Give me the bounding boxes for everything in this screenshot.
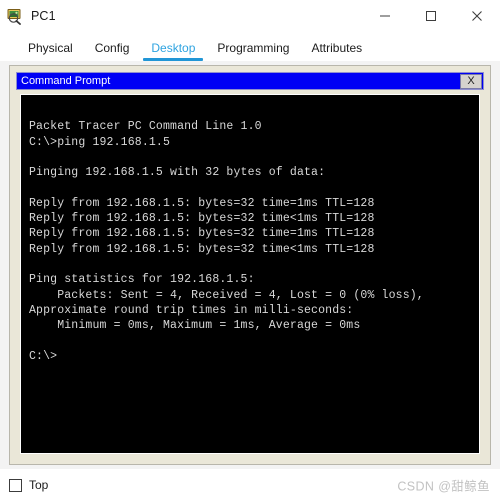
window-footer: Top CSDN @甜鲸鱼 (0, 469, 500, 501)
tab-config[interactable]: Config (84, 41, 141, 61)
top-checkbox[interactable] (9, 478, 22, 492)
tab-physical[interactable]: Physical (17, 41, 84, 61)
tab-attributes[interactable]: Attributes (300, 41, 373, 61)
terminal-output: Packet Tracer PC Command Line 1.0 C:\>pi… (29, 120, 424, 363)
watermark-text: CSDN @甜鲸鱼 (397, 479, 490, 494)
window-controls (362, 0, 500, 32)
command-prompt-close-button[interactable]: X (460, 73, 482, 89)
device-tabs: Physical Config Desktop Programming Attr… (0, 32, 500, 61)
terminal-screen[interactable]: Packet Tracer PC Command Line 1.0 C:\>pi… (20, 94, 480, 454)
tab-programming[interactable]: Programming (206, 41, 300, 61)
command-prompt-title: Command Prompt (21, 74, 111, 87)
command-prompt-window: Command Prompt X Packet Tracer PC Comman… (16, 72, 484, 458)
top-checkbox-row[interactable]: Top (9, 478, 48, 492)
window-titlebar: PC1 (0, 0, 500, 32)
desktop-panel: Command Prompt X Packet Tracer PC Comman… (9, 65, 491, 465)
window-title-group: PC1 (0, 8, 56, 25)
command-prompt-body-wrap: Packet Tracer PC Command Line 1.0 C:\>pi… (16, 90, 484, 458)
window-title-text: PC1 (31, 9, 56, 23)
top-checkbox-label: Top (29, 478, 49, 492)
pc-device-icon (7, 8, 24, 25)
close-icon[interactable] (454, 0, 500, 32)
minimize-icon[interactable] (362, 0, 408, 32)
maximize-icon[interactable] (408, 0, 454, 32)
command-prompt-titlebar: Command Prompt X (16, 72, 484, 90)
tab-desktop[interactable]: Desktop (140, 41, 206, 61)
desktop-content-area: Command Prompt X Packet Tracer PC Comman… (0, 61, 500, 469)
